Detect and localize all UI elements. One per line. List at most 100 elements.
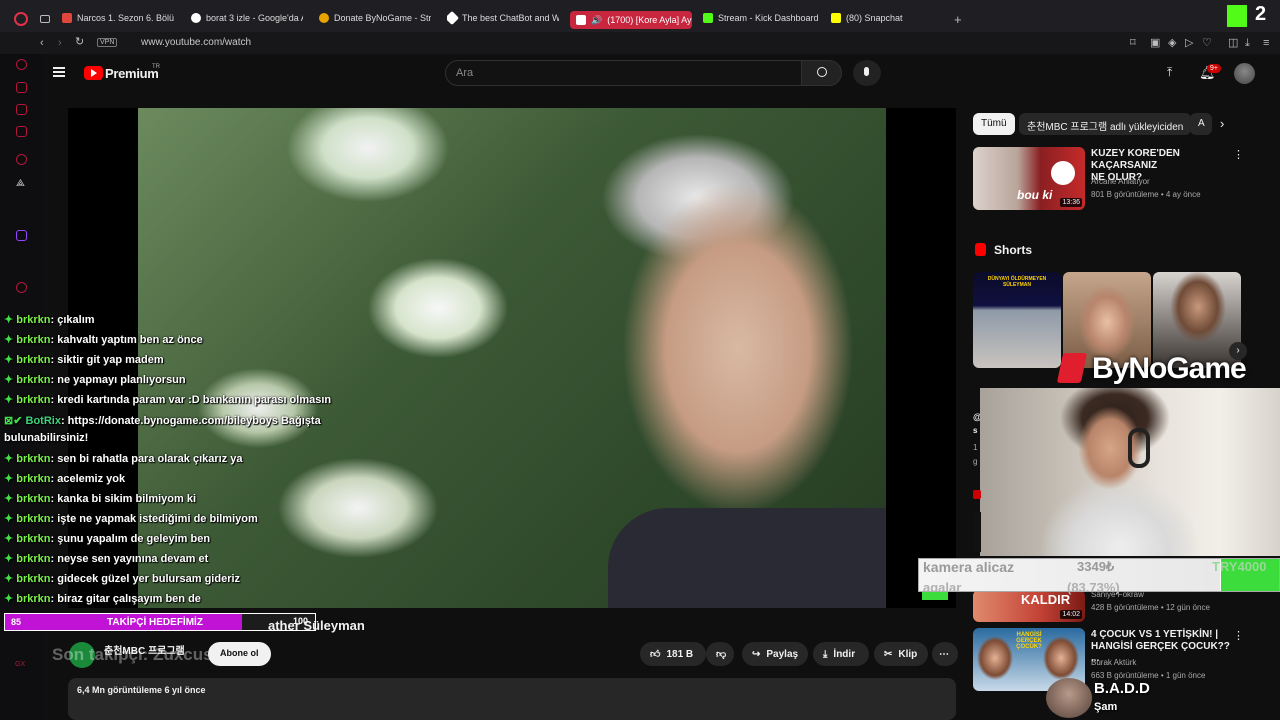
upload-icon[interactable]: ⤒: [1167, 65, 1172, 80]
subscriber-badge-icon: ✦: [4, 573, 17, 586]
recommendation-more-icon[interactable]: ⋮: [1233, 629, 1244, 642]
share-button[interactable]: ↪ Paylaş: [742, 642, 808, 666]
shield-icon[interactable]: ◈: [1168, 37, 1176, 49]
chat-username: brkrkn: [16, 374, 51, 387]
bookmark-icon[interactable]: ⌑: [1130, 37, 1136, 49]
sidebar-chat-icon[interactable]: [16, 104, 27, 115]
search-button[interactable]: [801, 60, 842, 86]
chip-all[interactable]: Tümü: [973, 113, 1015, 135]
chat-username: brkrkn: [16, 472, 51, 485]
chip-next-icon[interactable]: ›: [1220, 116, 1224, 131]
snapchat-icon: [831, 13, 841, 23]
video-shirt-region: [608, 508, 886, 608]
opera-logo-icon[interactable]: [14, 12, 28, 26]
microphone-icon: [864, 67, 869, 76]
menu-icon[interactable]: ≡: [1263, 37, 1269, 49]
chat-text: : https://donate.bynogame.com/bileyboys …: [60, 414, 321, 427]
play-icon[interactable]: ▷: [1185, 37, 1193, 49]
sidebar-history-icon[interactable]: [16, 59, 27, 70]
chat-message: ✦ brkrkn: çıkalım: [4, 313, 95, 326]
sidebar-twitch-icon[interactable]: [16, 230, 27, 241]
tab-chatbot[interactable]: The best ChatBot and Wi: [447, 8, 559, 28]
wallet-icon[interactable]: ◫: [1228, 37, 1238, 49]
browser-tab-bar: Narcos 1. Sezon 6. Bölüm borat 3 izle - …: [0, 0, 1280, 32]
chat-username: brkrkn: [16, 314, 51, 326]
tab-donate-bynogame[interactable]: Donate ByNoGame - Stre: [319, 8, 431, 28]
heart-icon[interactable]: ♡: [1202, 37, 1212, 49]
like-button[interactable]: 👍︎ 181 B: [640, 642, 706, 666]
sidebar-messenger-icon[interactable]: [16, 126, 27, 137]
chat-username: brkrkn: [16, 533, 51, 545]
shorts-caption-line4: g: [973, 457, 978, 466]
chip-more[interactable]: A: [1190, 113, 1212, 135]
donation-target: TRY4000: [1212, 559, 1267, 574]
chat-message: ✦ brkrkn: kredi kartında param var :D ba…: [4, 393, 331, 406]
search-input[interactable]: Ara: [445, 60, 802, 86]
vpn-badge[interactable]: VPN: [97, 38, 118, 47]
tab-narcos[interactable]: Narcos 1. Sezon 6. Bölüm: [62, 8, 174, 28]
url-text[interactable]: www.youtube.com/watch: [141, 37, 251, 48]
voice-search-button[interactable]: [853, 60, 881, 86]
hamburger-menu-icon[interactable]: [53, 67, 65, 77]
donation-title: kamera alicaz: [923, 559, 1015, 575]
donation-percent: (83.73%): [1067, 580, 1120, 595]
recommendation-more-icon[interactable]: ⋮: [1233, 148, 1244, 161]
subscriber-badge-icon: ✦: [4, 553, 17, 566]
sidebar-arcane-icon[interactable]: ⟁: [16, 178, 25, 189]
youtube-logo-icon[interactable]: [84, 66, 103, 80]
badd-subtitle: Şam: [1094, 701, 1118, 713]
recommendation-channel[interactable]: Arcane Anlatıyor: [1091, 177, 1150, 186]
tab-kick-dashboard[interactable]: Stream - Kick Dashboard: [703, 8, 823, 28]
download-button[interactable]: ⤓ İndir: [813, 642, 869, 666]
chat-text: : neyse sen yayınına devam et: [50, 553, 209, 566]
last-follower-overlay: Son takipçi: Zuxcus: [52, 645, 213, 664]
reload-icon[interactable]: ↻: [75, 36, 84, 48]
tab-youtube-active[interactable]: 🔊 (1700) [Kore Ayla] Ayl: [570, 11, 692, 29]
chat-username: brkrkn: [16, 573, 51, 586]
tab-google-borat[interactable]: borat 3 izle - Google'da A: [191, 8, 303, 28]
chat-message: ✦ brkrkn: biraz gitar çalışayım ben de: [4, 592, 201, 605]
chat-text: : işte ne yapmak istediğimi de bilmiyom: [50, 512, 258, 525]
bynogame-logo: ByNoGame: [1092, 352, 1247, 385]
subscriber-badge-icon: ✦: [4, 533, 17, 545]
avatar[interactable]: [1234, 63, 1255, 84]
forward-icon[interactable]: ›: [58, 37, 62, 49]
thumbnail-text: bou ki: [1017, 188, 1053, 202]
subscribe-button[interactable]: Abone ol: [208, 642, 271, 666]
subscriber-badge-icon: ✦: [4, 512, 17, 525]
short-thumbnail-text: DÜNYAYI ÖLDÜRMEYEN SÜLEYMAN: [987, 276, 1047, 288]
search-icon: [817, 67, 827, 77]
dislike-button[interactable]: 👎︎: [706, 642, 734, 666]
sidebar-shop-icon[interactable]: [16, 82, 27, 93]
new-tab-button[interactable]: +: [954, 12, 962, 27]
chat-message: ⊠✔ BotRix: https://donate.bynogame.com/b…: [4, 414, 321, 427]
short-thumbnail[interactable]: DÜNYAYI ÖLDÜRMEYEN SÜLEYMAN: [973, 272, 1061, 368]
workspaces-icon[interactable]: [40, 15, 50, 23]
chat-text: : kahvaltı yaptım ben az önce: [50, 334, 203, 347]
recommendation-channel[interactable]: Burak Aktürk: [1091, 658, 1136, 667]
sidebar-settings-icon[interactable]: [16, 282, 27, 293]
kick-badge: 2: [1255, 3, 1267, 25]
region-label: TR: [152, 64, 160, 70]
more-actions-button[interactable]: ⋯: [932, 642, 958, 666]
sidebar-reddit-icon[interactable]: [16, 154, 27, 165]
extensions-icon[interactable]: ▣: [1150, 37, 1160, 49]
shorts-caption-line2: s: [973, 426, 978, 435]
chat-username: brkrkn: [16, 354, 51, 367]
chat-username: brkrkn: [16, 553, 51, 566]
back-icon[interactable]: ‹: [40, 37, 44, 49]
recommendation-thumbnail[interactable]: bou ki 13:36: [973, 147, 1085, 210]
thumbs-up-icon: 👍︎: [650, 649, 661, 660]
shorts-caption-line3: 1: [973, 443, 978, 452]
download-icon[interactable]: ⤓: [1245, 37, 1250, 49]
recommendation-meta: 428 B görüntüleme • 12 gün önce: [1091, 603, 1210, 612]
tab-snapchat[interactable]: (80) Snapchat: [831, 8, 941, 28]
youtube-premium-label[interactable]: Premium: [105, 66, 159, 81]
download-arrow-icon: ⤓: [823, 648, 828, 660]
chat-username: brkrkn: [16, 452, 51, 465]
recommendation-meta: 801 B görüntüleme • 4 ay önce: [1091, 190, 1201, 199]
chat-text: : çıkalım: [50, 314, 95, 326]
clip-button[interactable]: ✂ Klip: [874, 642, 928, 666]
chip-uploader[interactable]: 춘천MBC 프로그램 adlı yükleyiciden: [1019, 113, 1192, 135]
recommendation-partial-black: [973, 512, 981, 552]
